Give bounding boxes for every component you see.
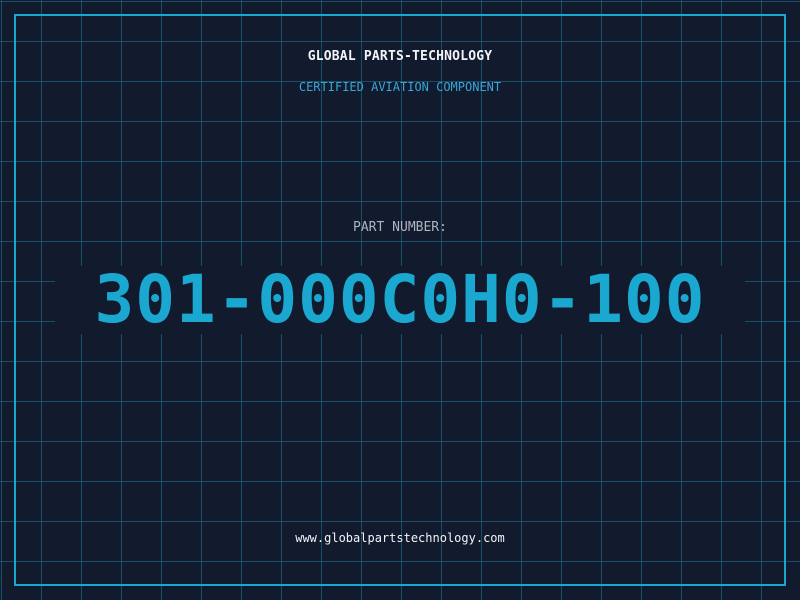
certification-tagline: CERTIFIED AVIATION COMPONENT — [298, 80, 502, 94]
part-number-label: PART NUMBER: — [353, 220, 447, 235]
website-url: www.globalpartstechnology.com — [295, 531, 505, 545]
label-card: GLOBAL PARTS-TECHNOLOGY CERTIFIED AVIATI… — [0, 0, 800, 600]
part-number-value: 301-000C0H0-100 — [94, 261, 706, 338]
company-name: GLOBAL PARTS-TECHNOLOGY — [307, 49, 493, 64]
part-number-panel: 301-000C0H0-100 — [55, 266, 745, 334]
